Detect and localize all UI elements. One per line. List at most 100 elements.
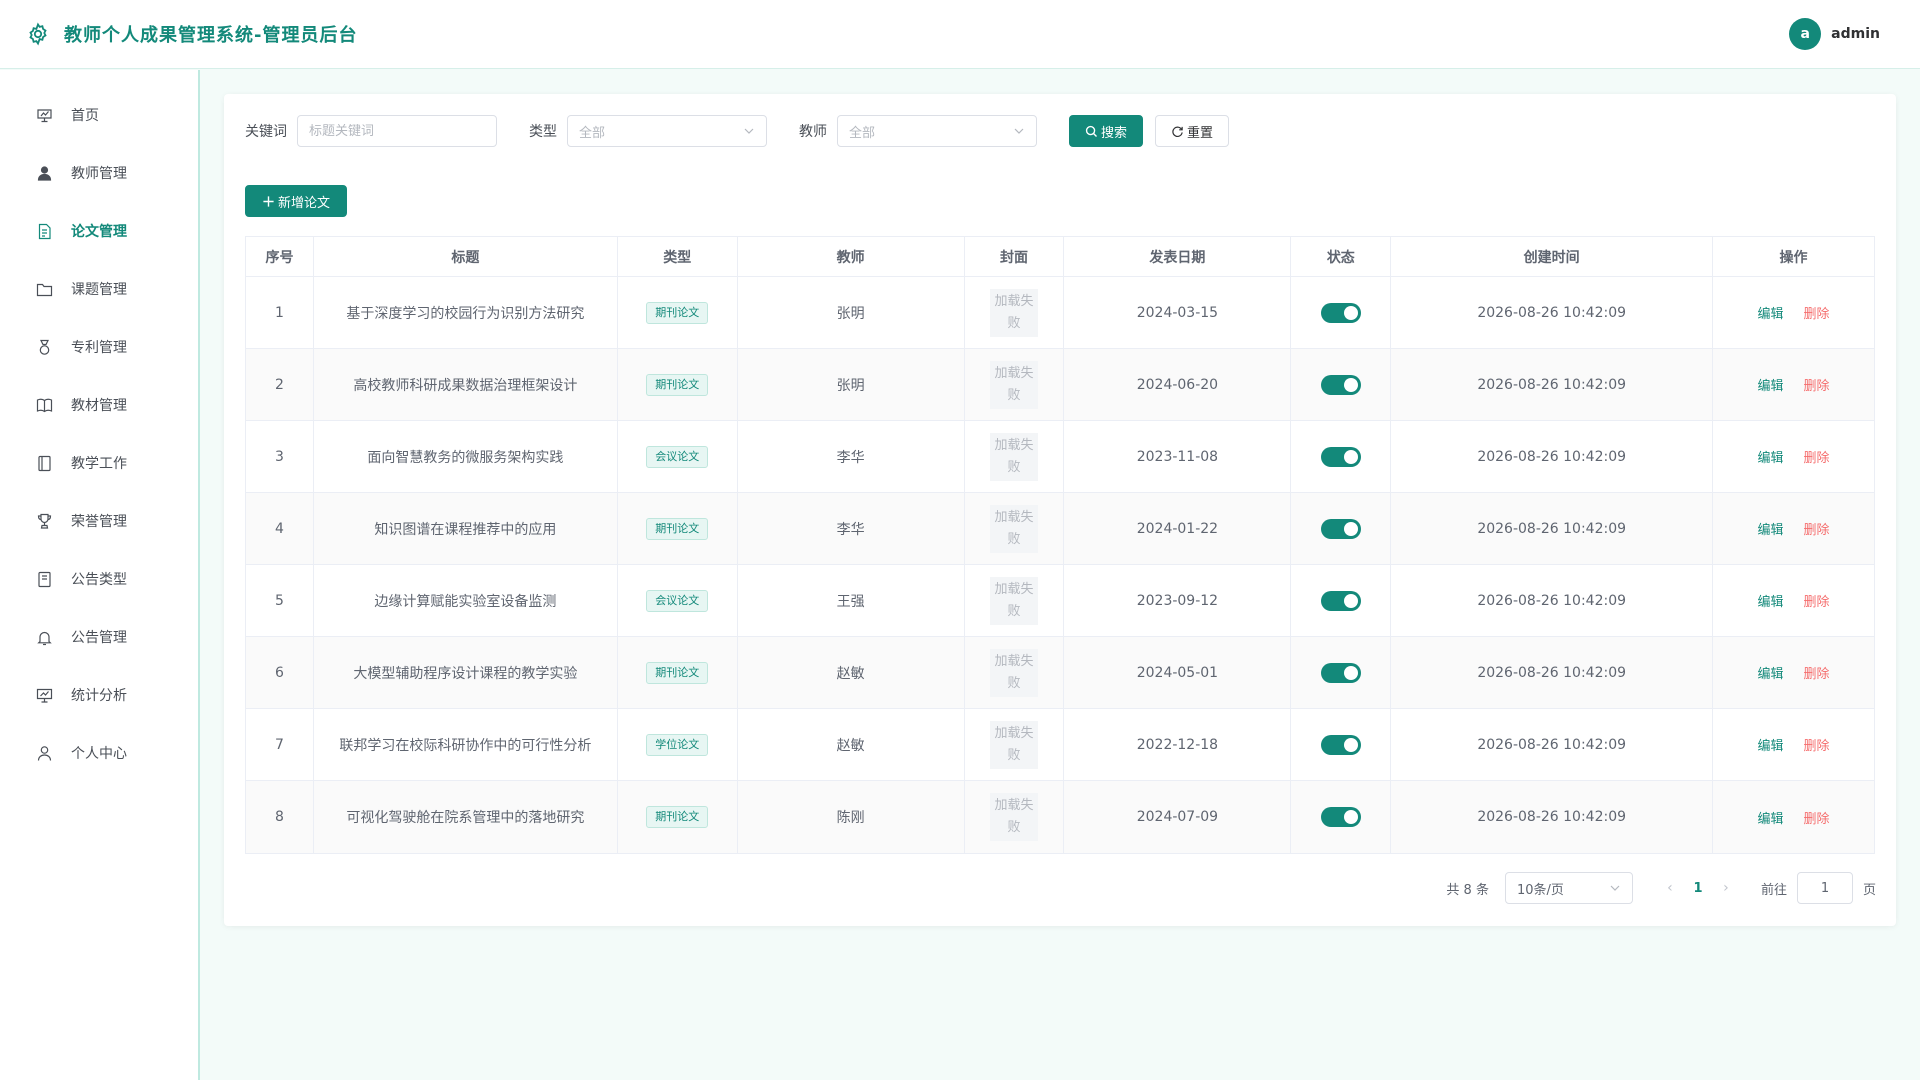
created-time: 2026-08-26 10:42:09 [1391,277,1714,348]
plus-icon [263,195,274,207]
status-toggle[interactable] [1320,446,1361,467]
sidebar-item-7[interactable]: 荣誉管理 [0,492,198,550]
created-time: 2026-08-26 10:42:09 [1391,565,1714,636]
teacher-select[interactable]: 全部 [837,115,1037,147]
sidebar-item-label: 课题管理 [71,282,127,298]
type-label: 类型 [529,124,557,140]
sidebar-item-5[interactable]: 教材管理 [0,376,198,434]
edit-button[interactable]: 编辑 [1758,735,1784,754]
type-cell: 期刊论文 [618,493,738,564]
publish-date: 2024-03-15 [1064,277,1292,348]
sidebar-item-1[interactable]: 教师管理 [0,144,198,202]
cover-cell: 加载失败 [965,493,1065,564]
keyword-field[interactable] [297,115,497,147]
refresh-icon [1172,126,1183,137]
delete-button[interactable]: 删除 [1804,735,1830,754]
cover-placeholder: 加载失败 [990,432,1039,481]
table-row: 2 高校教师科研成果数据治理框架设计 期刊论文 张明 加载失败 2024-06-20 202… [246,349,1874,421]
created-time: 2026-08-26 10:42:09 [1391,637,1714,708]
goto-page-input[interactable]: 1 [1796,872,1853,904]
delete-button[interactable]: 删除 [1804,303,1830,322]
edit-button[interactable]: 编辑 [1758,303,1784,322]
edit-button[interactable]: 编辑 [1758,519,1784,538]
edit-button[interactable]: 编辑 [1758,808,1784,827]
user-menu[interactable]: a admin [1789,18,1894,50]
add-paper-button-label: 新增论文 [277,195,330,211]
column-header: 状态 [1291,237,1392,276]
avatar[interactable]: a [1789,18,1822,50]
status-toggle[interactable] [1320,302,1361,323]
edit-button[interactable]: 编辑 [1758,375,1784,394]
sidebar-item-8[interactable]: 公告类型 [0,550,198,608]
sidebar-item-11[interactable]: 个人中心 [0,724,198,782]
paper-title: 可视化驾驶舱在院系管理中的落地研究 [314,781,618,853]
paper-title: 面向智慧教务的微服务架构实践 [314,421,618,492]
status-cell [1291,565,1392,636]
delete-button[interactable]: 删除 [1804,519,1830,538]
created-time: 2026-08-26 10:42:09 [1391,709,1714,780]
type-tag: 期刊论文 [646,517,709,540]
teacher-name: 李华 [738,493,965,564]
delete-button[interactable]: 删除 [1804,447,1830,466]
publish-date: 2023-09-12 [1064,565,1292,636]
keyword-input[interactable] [309,123,485,139]
sidebar: 首页教师管理论文管理课题管理专利管理 教材管理 教学工作荣誉管理公告类型公告管理 统计… [0,70,200,1080]
cover-cell: 加载失败 [965,277,1065,348]
teacher-name: 李华 [738,421,965,492]
sidebar-item-label: 教师管理 [71,166,127,182]
status-toggle[interactable] [1320,807,1361,827]
sidebar-item-9[interactable]: 公告管理 [0,608,198,666]
type-cell: 期刊论文 [618,277,738,348]
ops-cell: 编辑 删除 [1713,277,1874,348]
edit-button[interactable]: 编辑 [1758,591,1784,610]
type-cell: 期刊论文 [618,637,738,708]
trophy-icon [37,513,52,529]
delete-button[interactable]: 删除 [1804,375,1830,394]
app-title: 教师个人成果管理系统-管理员后台 [64,25,358,46]
username[interactable]: admin [1831,26,1880,42]
sidebar-item-6[interactable]: 教学工作 [0,434,198,492]
status-toggle[interactable] [1320,662,1361,683]
type-tag: 期刊论文 [646,373,709,396]
chevron-down-icon [744,128,754,134]
page-size-select[interactable]: 10条/页 [1504,872,1633,904]
edit-button[interactable]: 编辑 [1758,663,1784,682]
prev-page-icon[interactable]: ‹ [1655,880,1685,896]
add-paper-button[interactable]: 新增论文 [245,185,347,217]
sidebar-item-label: 荣誉管理 [71,514,127,530]
teacher-name: 陈刚 [738,781,965,853]
status-toggle[interactable] [1320,590,1361,611]
delete-button[interactable]: 删除 [1804,808,1830,827]
reset-button[interactable]: 重置 [1155,115,1229,147]
publish-date: 2024-06-20 [1064,349,1292,420]
next-page-icon[interactable]: › [1711,880,1741,896]
edit-button[interactable]: 编辑 [1758,447,1784,466]
medal-icon [39,339,50,355]
status-toggle[interactable] [1320,374,1361,395]
row-index: 5 [246,565,314,636]
sidebar-item-4[interactable]: 专利管理 [0,318,198,376]
type-select[interactable]: 全部 [567,115,767,147]
status-toggle[interactable] [1320,518,1361,539]
type-tag: 期刊论文 [646,806,709,828]
keyword-label: 关键词 [245,124,287,140]
sidebar-item-label: 公告类型 [71,572,127,588]
search-button[interactable]: 搜索 [1069,115,1143,147]
sidebar-item-10[interactable]: 统计分析 [0,666,198,724]
sidebar-item-0[interactable]: 首页 [0,86,198,144]
book-icon [36,398,53,412]
page-suffix: 页 [1862,882,1876,898]
sidebar-item-2[interactable]: 论文管理 [0,202,198,260]
column-header: 创建时间 [1391,237,1714,276]
delete-button[interactable]: 删除 [1804,591,1830,610]
search-icon [1085,125,1097,137]
page-number[interactable]: 1 [1685,881,1711,896]
cover-cell: 加载失败 [965,709,1065,780]
sidebar-item-3[interactable]: 课题管理 [0,260,198,318]
chevron-down-icon [1610,885,1620,891]
publish-date: 2024-07-09 [1064,781,1292,853]
teacher-name: 赵敏 [738,709,965,780]
delete-button[interactable]: 删除 [1804,663,1830,682]
status-toggle[interactable] [1320,734,1361,755]
created-time: 2026-08-26 10:42:09 [1391,493,1714,564]
